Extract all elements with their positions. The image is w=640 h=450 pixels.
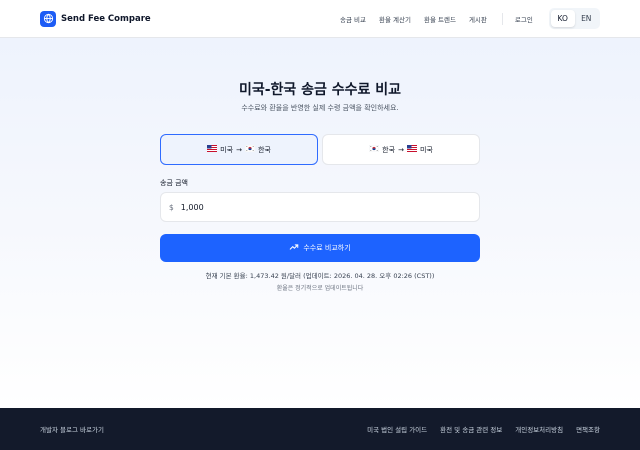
footer-link-privacy-policy[interactable]: 개인정보처리방침 bbox=[515, 424, 563, 434]
compare-fees-button[interactable]: 수수료 비교하기 bbox=[160, 234, 480, 262]
exchange-rate-info: 현재 기본 환율: 1,473.42 원/달러 (업데이트: 2026. 04.… bbox=[205, 272, 435, 280]
arrow-right-icon: → bbox=[236, 145, 242, 154]
direction-from-label: 미국 bbox=[220, 145, 234, 154]
footer-links: 미국 법인 설립 가이드 환전 및 송금 관련 정보 개인정보처리방침 면책조항 bbox=[354, 408, 600, 450]
amount-label: 송금 금액 bbox=[160, 179, 188, 187]
exchange-rate-note: 환율은 정기적으로 업데이트됩니다 bbox=[276, 285, 364, 292]
compare-fees-label: 수수료 비교하기 bbox=[303, 244, 351, 252]
footer: 개발자 블로그 바로가기 미국 법인 설립 가이드 환전 및 송금 관련 정보 … bbox=[0, 408, 640, 450]
currency-symbol: $ bbox=[169, 202, 174, 212]
direction-from-label: 한국 bbox=[382, 145, 396, 154]
amount-value: 1,000 bbox=[180, 202, 204, 212]
language-switcher: KO EN bbox=[549, 8, 600, 29]
us-flag-icon bbox=[207, 145, 218, 154]
nav-divider bbox=[501, 13, 503, 25]
us-flag-icon bbox=[406, 145, 417, 154]
arrow-right-icon: → bbox=[398, 145, 404, 154]
amount-input[interactable]: $ 1,000 bbox=[160, 192, 480, 222]
main-section: 미국-한국 송금 수수료 비교 수수료와 환율을 반영한 실제 수령 금액을 확… bbox=[0, 38, 640, 408]
globe-icon bbox=[40, 10, 56, 27]
brand[interactable]: Send Fee Compare bbox=[40, 10, 151, 27]
direction-to-label: 미국 bbox=[419, 145, 433, 154]
login-link[interactable]: 로그인 bbox=[515, 14, 533, 24]
direction-us-to-kr-button[interactable]: 미국 → 한국 bbox=[160, 134, 318, 165]
footer-link-remittance-info[interactable]: 환전 및 송금 관련 정보 bbox=[440, 424, 502, 434]
nav-link-trend[interactable]: 환율 트렌드 bbox=[424, 14, 456, 24]
direction-kr-to-us-button[interactable]: 한국 → 미국 bbox=[322, 134, 480, 165]
kr-flag-icon bbox=[369, 144, 380, 154]
direction-to-label: 한국 bbox=[257, 145, 271, 154]
footer-link-disclaimer[interactable]: 면책조항 bbox=[576, 424, 600, 434]
header: Send Fee Compare 송금 비교 환율 계산기 환율 트렌드 게시판… bbox=[0, 0, 640, 38]
page-title: 미국-한국 송금 수수료 비교 bbox=[238, 82, 402, 98]
page-subtitle: 수수료와 환율을 반영한 실제 수령 금액을 확인하세요. bbox=[241, 104, 399, 112]
brand-name: Send Fee Compare bbox=[61, 13, 151, 24]
trending-up-icon bbox=[289, 242, 299, 254]
nav-link-calculator[interactable]: 환율 계산기 bbox=[379, 14, 411, 24]
nav-link-compare[interactable]: 송금 비교 bbox=[340, 14, 366, 24]
main-nav: 송금 비교 환율 계산기 환율 트렌드 게시판 로그인 bbox=[340, 0, 533, 38]
kr-flag-icon bbox=[244, 144, 256, 154]
lang-ko-button[interactable]: KO bbox=[551, 10, 575, 27]
developer-blog-link[interactable]: 개발자 블로그 바로가기 bbox=[40, 424, 104, 434]
lang-en-button[interactable]: EN bbox=[575, 10, 599, 27]
nav-link-board[interactable]: 게시판 bbox=[469, 14, 487, 24]
footer-link-incorporation-guide[interactable]: 미국 법인 설립 가이드 bbox=[367, 424, 427, 434]
